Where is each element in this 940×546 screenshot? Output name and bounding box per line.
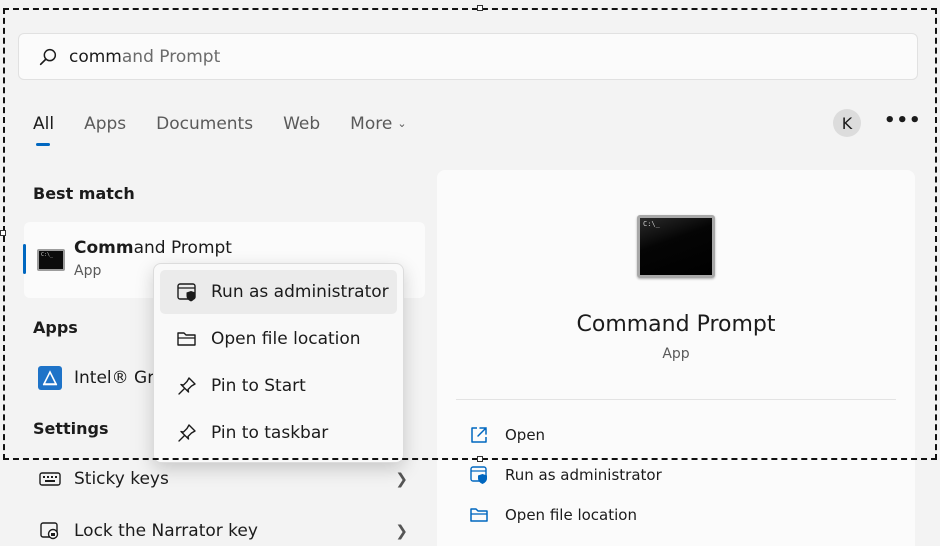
settings-item-sticky-keys[interactable]: Sticky keys ❯ xyxy=(38,464,408,494)
search-suggestion-text: and Prompt xyxy=(121,46,221,67)
narrator-icon xyxy=(40,522,59,540)
filter-tabs: All Apps Documents Web More ⌄ xyxy=(33,114,437,146)
best-match-subtitle: App xyxy=(74,263,102,279)
menu-item-label: Pin to taskbar xyxy=(211,423,329,443)
command-prompt-icon-text: C:\_ xyxy=(643,220,660,228)
action-label: Open xyxy=(505,426,546,444)
chevron-right-icon: ❯ xyxy=(395,470,408,488)
menu-item-open-file-location[interactable]: Open file location xyxy=(160,317,397,361)
best-match-name-typed: Comm xyxy=(74,238,134,258)
best-match-name: Command Prompt xyxy=(74,238,232,258)
shield-icon xyxy=(470,466,487,484)
folder-icon xyxy=(470,508,488,522)
menu-item-pin-to-taskbar[interactable]: Pin to taskbar xyxy=(160,411,397,455)
tab-more[interactable]: More ⌄ xyxy=(350,114,406,134)
command-prompt-icon: C:\_ xyxy=(37,249,65,271)
search-typed-text: comm xyxy=(69,46,122,67)
menu-item-label: Pin to Start xyxy=(211,376,306,396)
intel-graphics-icon xyxy=(38,366,62,390)
tab-documents[interactable]: Documents xyxy=(156,114,253,134)
app-item-intel-graphics[interactable]: Intel® Gra xyxy=(38,366,165,390)
search-box[interactable]: command Prompt xyxy=(18,33,918,80)
menu-item-label: Open file location xyxy=(211,329,361,349)
best-match-heading: Best match xyxy=(33,184,135,203)
pin-icon xyxy=(175,421,199,445)
frame-handle xyxy=(477,456,483,462)
tab-all[interactable]: All xyxy=(33,114,54,146)
best-match-name-rest: and Prompt xyxy=(133,238,232,258)
action-open[interactable]: Open xyxy=(469,425,545,445)
preview-pane: C:\_ Command Prompt App Open Run as admi… xyxy=(437,170,915,546)
apps-heading: Apps xyxy=(33,318,78,337)
chevron-down-icon: ⌄ xyxy=(397,117,407,130)
settings-item-label: Sticky keys xyxy=(74,469,169,489)
command-prompt-icon: C:\_ xyxy=(637,215,715,278)
menu-item-label: Run as administrator xyxy=(211,282,389,302)
selection-indicator xyxy=(23,244,26,274)
preview-subtitle: App xyxy=(662,346,690,362)
tab-apps[interactable]: Apps xyxy=(84,114,126,134)
app-item-label: Intel® Gra xyxy=(74,368,165,388)
frame-handle xyxy=(477,5,483,11)
avatar[interactable]: K xyxy=(833,109,861,137)
command-prompt-icon-text: C:\_ xyxy=(41,252,54,258)
menu-item-pin-to-start[interactable]: Pin to Start xyxy=(160,364,397,408)
menu-item-run-as-administrator[interactable]: Run as administrator xyxy=(160,270,397,314)
tab-more-label: More xyxy=(350,114,393,134)
search-input[interactable]: command Prompt xyxy=(69,47,220,67)
search-icon xyxy=(39,48,57,65)
chevron-right-icon: ❯ xyxy=(395,522,408,540)
more-options-icon[interactable]: ••• xyxy=(884,110,922,131)
keyboard-icon xyxy=(39,472,61,486)
divider xyxy=(456,399,896,400)
action-label: Open file location xyxy=(505,506,637,524)
action-run-as-administrator[interactable]: Run as administrator xyxy=(469,465,662,485)
preview-title: Command Prompt xyxy=(576,312,776,337)
action-label: Run as administrator xyxy=(505,466,662,484)
context-menu: Run as administrator Open file location … xyxy=(153,263,404,463)
folder-icon xyxy=(175,327,199,351)
settings-item-label: Lock the Narrator key xyxy=(74,521,258,541)
frame-handle xyxy=(0,230,6,236)
settings-item-lock-narrator-key[interactable]: Lock the Narrator key ❯ xyxy=(38,516,408,546)
action-open-file-location[interactable]: Open file location xyxy=(469,505,637,525)
pin-icon xyxy=(175,374,199,398)
settings-heading: Settings xyxy=(33,419,109,438)
shield-icon xyxy=(175,280,199,304)
open-external-icon xyxy=(471,427,487,443)
tab-web[interactable]: Web xyxy=(283,114,320,134)
